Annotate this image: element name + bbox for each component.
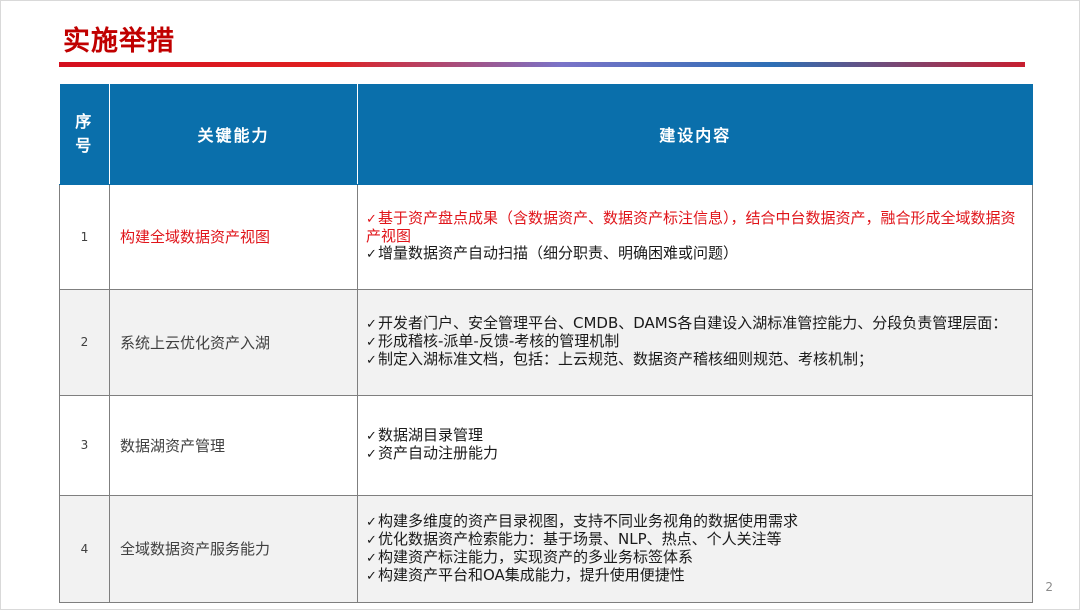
content-item-text: 优化数据资产检索能力：基于场景、NLP、热点、个人关注等 [378, 529, 782, 548]
row-number: 4 [59, 494, 110, 603]
checkmark-icon: ✓ [366, 353, 377, 368]
table-row: 4 全域数据资产服务能力 ✓构建多维度的资产目录视图，支持不同业务视角的数据使用需求… [59, 494, 1033, 603]
content-item: ✓数据湖目录管理 [366, 427, 1022, 445]
checkmark-icon: ✓ [366, 247, 377, 262]
column-header-capability: 关键能力 [109, 84, 358, 185]
page-title: 实施举措 [63, 26, 175, 57]
table-row: 3 数据湖资产管理 ✓数据湖目录管理 ✓资产自动注册能力 [59, 394, 1033, 496]
title-divider [59, 62, 1025, 67]
content-item-text: 增量数据资产自动扫描（细分职责、明确困难或问题） [378, 244, 739, 262]
content-item-text: 构建多维度的资产目录视图，支持不同业务视角的数据使用需求 [378, 511, 799, 530]
column-header-content: 建设内容 [357, 84, 1033, 185]
content-item-text: 形成稽核-派单-反馈-考核的管理机制 [378, 332, 620, 350]
row-capability: 全域数据资产服务能力 [109, 494, 358, 603]
row-number: 1 [59, 183, 110, 290]
column-header-number-line2: 号 [75, 135, 94, 155]
row-capability: 构建全域数据资产视图 [109, 183, 358, 290]
checkmark-icon: ✓ [366, 532, 377, 548]
content-item-text: 构建资产标注能力，实现资产的多业务标签体系 [378, 547, 694, 566]
content-item: ✓制定入湖标准文档，包括：上云规范、数据资产稽核细则规范、考核机制； [366, 351, 1022, 369]
content-item: ✓资产自动注册能力 [366, 445, 1022, 463]
row-content: ✓基于资产盘点成果（含数据资产、数据资产标注信息），结合中台数据资产，融合形成全… [357, 183, 1033, 290]
row-number: 2 [59, 288, 110, 396]
row-content: ✓构建多维度的资产目录视图，支持不同业务视角的数据使用需求 ✓优化数据资产检索能力… [357, 494, 1033, 603]
content-item: ✓构建资产标注能力，实现资产的多业务标签体系 [366, 547, 1022, 567]
table-row: 1 构建全域数据资产视图 ✓基于资产盘点成果（含数据资产、数据资产标注信息），结合中… [59, 183, 1033, 290]
table-header-row: 序 号 关键能力 建设内容 [59, 84, 1033, 185]
measures-table: 序 号 关键能力 建设内容 1 构建全域数据资产视图 ✓基于资产盘点成果（含数据资产… [59, 84, 1033, 603]
content-item: ✓增量数据资产自动扫描（细分职责、明确困难或问题） [366, 245, 1022, 263]
checkmark-icon: ✓ [366, 514, 377, 530]
checkmark-icon: ✓ [366, 550, 377, 566]
content-item-text: 数据湖目录管理 [378, 426, 484, 444]
row-number: 3 [59, 394, 110, 496]
checkmark-icon: ✓ [366, 429, 377, 444]
table-body: 1 构建全域数据资产视图 ✓基于资产盘点成果（含数据资产、数据资产标注信息），结合中… [59, 183, 1033, 603]
checkmark-icon: ✓ [366, 447, 377, 462]
checkmark-icon: ✓ [366, 568, 377, 584]
checkmark-icon: ✓ [366, 317, 377, 332]
slide: 实施举措 序 号 关键能力 建设内容 1 构建全域数据资产视图 ✓基于资产盘点成果（… [0, 0, 1080, 610]
page-number: 2 [1045, 580, 1053, 594]
content-item: ✓形成稽核-派单-反馈-考核的管理机制 [366, 333, 1022, 351]
content-item: ✓构建资产平台和OA集成能力，提升使用便捷性 [366, 565, 1022, 585]
table-row: 2 系统上云优化资产入湖 ✓开发者门户、安全管理平台、CMDB、DAMS各自建设入湖… [59, 288, 1033, 396]
row-content: ✓开发者门户、安全管理平台、CMDB、DAMS各自建设入湖标准管控能力、分段负责… [357, 288, 1033, 396]
content-item: ✓基于资产盘点成果（含数据资产、数据资产标注信息），结合中台数据资产，融合形成全… [366, 210, 1022, 245]
content-item: ✓开发者门户、安全管理平台、CMDB、DAMS各自建设入湖标准管控能力、分段负责… [366, 315, 1022, 333]
content-item-text: 构建资产平台和OA集成能力，提升使用便捷性 [378, 565, 685, 584]
content-item-text: 开发者门户、安全管理平台、CMDB、DAMS各自建设入湖标准管控能力、分段负责管… [378, 314, 1008, 332]
content-item-text: 基于资产盘点成果（含数据资产、数据资产标注信息），结合中台数据资产，融合形成全域… [366, 209, 1016, 245]
checkmark-icon: ✓ [366, 335, 377, 350]
content-item-text: 资产自动注册能力 [378, 444, 499, 462]
row-capability: 系统上云优化资产入湖 [109, 288, 358, 396]
checkmark-icon: ✓ [366, 212, 377, 227]
measures-table-container: 序 号 关键能力 建设内容 1 构建全域数据资产视图 ✓基于资产盘点成果（含数据资产… [59, 84, 1033, 603]
column-header-number-line1: 序 [75, 111, 94, 131]
row-content: ✓数据湖目录管理 ✓资产自动注册能力 [357, 394, 1033, 496]
row-capability: 数据湖资产管理 [109, 394, 358, 496]
content-item: ✓优化数据资产检索能力：基于场景、NLP、热点、个人关注等 [366, 529, 1022, 549]
column-header-number: 序 号 [59, 84, 110, 185]
content-item: ✓构建多维度的资产目录视图，支持不同业务视角的数据使用需求 [366, 511, 1022, 531]
content-item-text: 制定入湖标准文档，包括：上云规范、数据资产稽核细则规范、考核机制； [378, 350, 874, 368]
